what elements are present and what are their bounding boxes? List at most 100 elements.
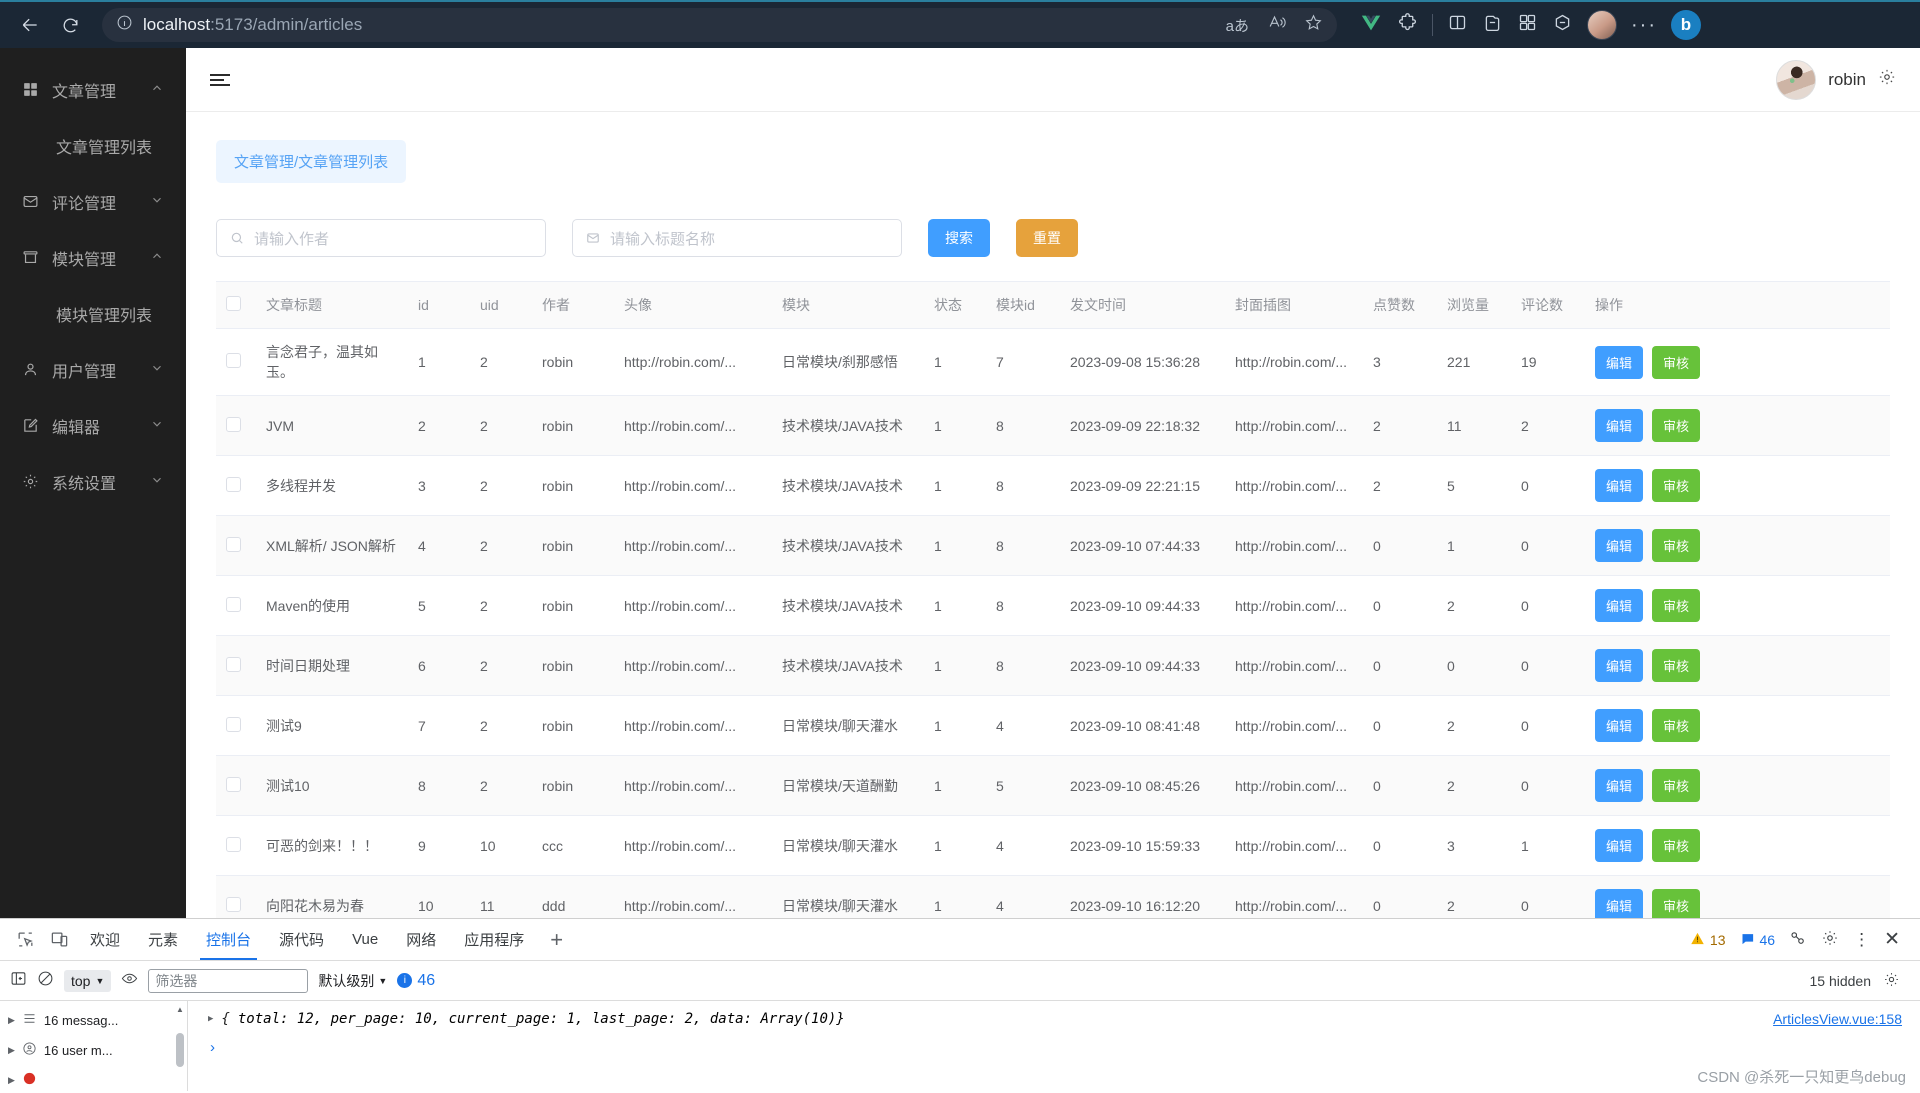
row-checkbox[interactable]: [226, 476, 241, 492]
search-author-input[interactable]: 请输入作者: [216, 219, 546, 257]
reload-icon[interactable]: [52, 7, 88, 43]
copilot-icon[interactable]: b: [1670, 10, 1701, 40]
edit-button[interactable]: 编辑: [1595, 529, 1644, 562]
table-row[interactable]: 测试9 7 2 robin http://robin.com/... 日常模块/聊天灌水 1…: [216, 695, 1890, 756]
more-options-icon[interactable]: ···: [1631, 14, 1657, 37]
warning-count[interactable]: 13: [1690, 931, 1726, 949]
edit-button[interactable]: 编辑: [1595, 409, 1644, 442]
sidebar-item-users[interactable]: 用户管理: [0, 342, 186, 398]
cell-actions[interactable]: 编辑 审核: [1585, 635, 1890, 696]
user-menu[interactable]: robin: [1776, 59, 1896, 100]
tab-console[interactable]: 控制台: [194, 920, 263, 960]
favorite-star-icon[interactable]: [1304, 13, 1323, 37]
search-title-input[interactable]: 请输入标题名称: [572, 219, 902, 257]
audit-button[interactable]: 审核: [1652, 709, 1701, 742]
edit-button[interactable]: 编辑: [1595, 709, 1644, 742]
row-checkbox[interactable]: [226, 776, 241, 792]
close-icon[interactable]: ✕: [1884, 928, 1900, 951]
clear-console-icon[interactable]: [37, 970, 54, 992]
sidebar-item-modules[interactable]: 模块管理: [0, 230, 186, 286]
table-row[interactable]: Maven的使用 5 2 robin http://robin.com/... 技术模块/…: [216, 575, 1890, 636]
tab-sources[interactable]: 源代码: [267, 920, 336, 960]
row-checkbox-cell[interactable]: [216, 695, 256, 756]
device-toolbar-icon[interactable]: [44, 927, 74, 953]
cell-actions[interactable]: 编辑 审核: [1585, 455, 1890, 516]
sidebar-item-comments[interactable]: 评论管理: [0, 174, 186, 230]
tab-vue[interactable]: Vue: [340, 920, 390, 960]
audit-button[interactable]: 审核: [1652, 529, 1701, 562]
row-checkbox-cell[interactable]: [216, 515, 256, 576]
row-checkbox[interactable]: [226, 353, 241, 368]
breadcrumb[interactable]: 文章管理/文章管理列表: [216, 140, 407, 183]
console-log-entry[interactable]: ▶ {total: 12, per_page: 10, current_page…: [188, 1011, 1920, 1027]
row-checkbox[interactable]: [226, 836, 241, 852]
row-checkbox[interactable]: [226, 716, 241, 732]
edit-button[interactable]: 编辑: [1595, 589, 1644, 622]
hamburger-icon[interactable]: [210, 73, 230, 86]
plus-icon[interactable]: +: [540, 927, 573, 953]
edit-button[interactable]: 编辑: [1595, 649, 1644, 682]
cell-actions[interactable]: 编辑 审核: [1585, 575, 1890, 636]
translate-icon[interactable]: aあ: [1226, 15, 1249, 36]
console-output[interactable]: ▶ {total: 12, per_page: 10, current_page…: [188, 1001, 1920, 1091]
audit-button[interactable]: 审核: [1652, 469, 1701, 502]
console-sidebar-icon[interactable]: [10, 970, 27, 992]
row-checkbox-cell[interactable]: [216, 635, 256, 696]
table-row[interactable]: 多线程并发 3 2 robin http://robin.com/... 技术模块/JAV…: [216, 455, 1890, 516]
cell-actions[interactable]: 编辑 审核: [1585, 815, 1890, 876]
tab-elements[interactable]: 元素: [136, 920, 190, 960]
cell-actions[interactable]: 编辑 审核: [1585, 515, 1890, 576]
tab-application[interactable]: 应用程序: [452, 920, 536, 960]
table-row[interactable]: 时间日期处理 6 2 robin http://robin.com/... 技术模块/JA…: [216, 635, 1890, 696]
log-level-selector[interactable]: 默认级别 ▼: [318, 971, 387, 991]
triangle-right-icon[interactable]: ▶: [8, 1075, 15, 1086]
browser-essentials-icon[interactable]: [1552, 12, 1573, 38]
console-prompt[interactable]: ›: [188, 1039, 1920, 1056]
inspect-element-icon[interactable]: [10, 927, 40, 953]
row-checkbox[interactable]: [226, 656, 241, 672]
address-bar[interactable]: localhost:5173/admin/articles aあ: [102, 8, 1337, 42]
sidebar-row-messages[interactable]: ▶ 16 messag...: [0, 1005, 187, 1035]
audit-button[interactable]: 审核: [1652, 889, 1701, 918]
edit-button[interactable]: 编辑: [1595, 345, 1644, 379]
cell-actions[interactable]: 编辑 审核: [1585, 328, 1890, 396]
sidebar-item-editor[interactable]: 编辑器: [0, 398, 186, 454]
edit-button[interactable]: 编辑: [1595, 469, 1644, 502]
audit-button[interactable]: 审核: [1652, 649, 1701, 682]
cell-actions[interactable]: 编辑 审核: [1585, 875, 1890, 918]
audit-button[interactable]: 审核: [1652, 409, 1701, 442]
row-checkbox-cell[interactable]: [216, 328, 256, 396]
row-checkbox-cell[interactable]: [216, 755, 256, 816]
row-checkbox[interactable]: [226, 596, 241, 612]
row-checkbox[interactable]: [226, 896, 241, 912]
sidebar-item-settings[interactable]: 系统设置: [0, 454, 186, 510]
cell-actions[interactable]: 编辑 审核: [1585, 695, 1890, 756]
site-info-icon[interactable]: [116, 14, 133, 36]
sidebar-item-articles-list[interactable]: 文章管理列表: [0, 118, 186, 174]
cell-actions[interactable]: 编辑 审核: [1585, 755, 1890, 816]
console-filter-input[interactable]: 筛选器: [148, 968, 309, 993]
cursor-icon[interactable]: [1789, 929, 1807, 950]
message-count[interactable]: 46: [1740, 931, 1775, 949]
favorites-bar-icon[interactable]: [1517, 12, 1538, 38]
back-arrow-icon[interactable]: [12, 7, 48, 43]
row-checkbox-cell[interactable]: [216, 875, 256, 918]
gear-icon[interactable]: [1821, 929, 1839, 950]
live-expression-icon[interactable]: [121, 970, 138, 992]
row-checkbox[interactable]: [226, 536, 241, 552]
sidebar-row-errors[interactable]: ▶: [0, 1065, 187, 1093]
table-row[interactable]: 言念君子，温其如玉。 1 2 robin http://robin.com/... 日常模…: [216, 328, 1890, 396]
sidebar-item-modules-list[interactable]: 模块管理列表: [0, 286, 186, 342]
split-screen-icon[interactable]: [1447, 12, 1468, 38]
table-row[interactable]: JVM 2 2 robin http://robin.com/... 技术模块/JAVA技…: [216, 395, 1890, 456]
collections-icon[interactable]: [1482, 12, 1503, 38]
context-selector[interactable]: top ▼: [64, 969, 112, 992]
audit-button[interactable]: 审核: [1652, 589, 1701, 622]
cell-actions[interactable]: 编辑 审核: [1585, 395, 1890, 456]
read-aloud-icon[interactable]: [1267, 13, 1286, 37]
tab-welcome[interactable]: 欢迎: [78, 920, 132, 960]
table-row[interactable]: 测试10 8 2 robin http://robin.com/... 日常模块/天道酬勤…: [216, 755, 1890, 816]
vue-extension-icon[interactable]: [1359, 12, 1383, 39]
reset-button[interactable]: 重置: [1016, 219, 1078, 257]
audit-button[interactable]: 审核: [1652, 345, 1701, 379]
